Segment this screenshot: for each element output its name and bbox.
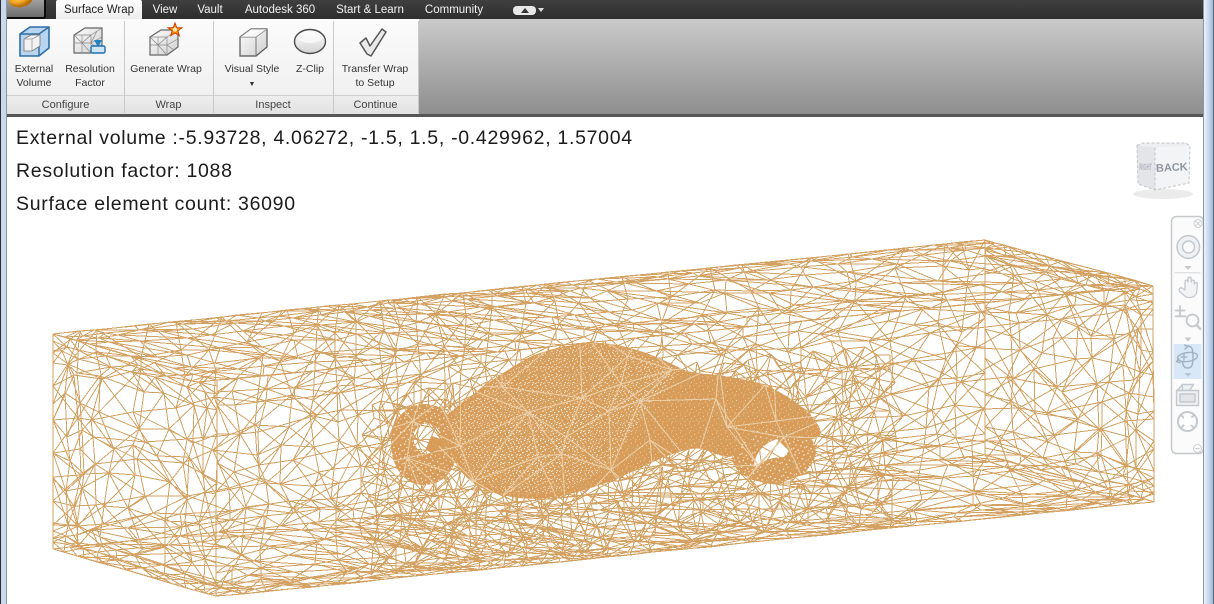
svg-text:BACK: BACK <box>1156 161 1188 175</box>
svg-text:RIGHT: RIGHT <box>1139 164 1152 173</box>
